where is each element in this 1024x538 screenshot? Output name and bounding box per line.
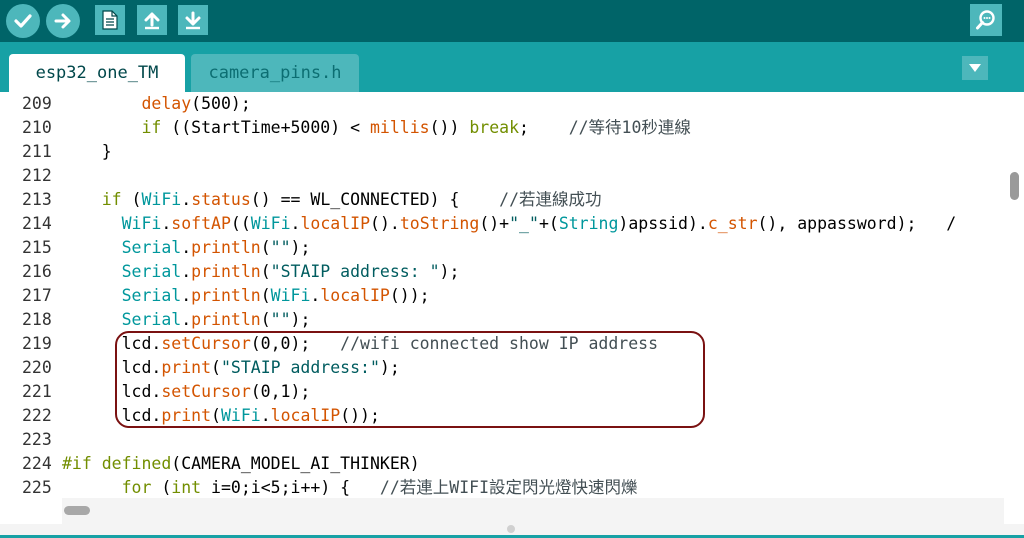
line-number: 215	[22, 238, 52, 257]
line-number: 209	[22, 94, 52, 113]
horizontal-scrollbar[interactable]	[62, 498, 1004, 524]
line-number: 219	[22, 334, 52, 353]
vertical-scrollbar[interactable]	[1004, 92, 1024, 498]
line-number: 211	[22, 142, 52, 161]
line-number: 216	[22, 262, 52, 281]
splitter-handle[interactable]	[507, 525, 515, 533]
line-number: 225	[22, 478, 52, 497]
code-line[interactable]: Serial.println("");	[62, 308, 311, 332]
line-number: 221	[22, 382, 52, 401]
code-line[interactable]: lcd.setCursor(0,0); //wifi connected sho…	[62, 332, 658, 356]
code-line[interactable]: delay(500);	[62, 92, 250, 116]
line-number: 223	[22, 430, 52, 449]
line-number: 218	[22, 310, 52, 329]
code-line[interactable]: Serial.println(WiFi.localIP());	[62, 284, 430, 308]
toolbar	[0, 0, 1024, 42]
new-file-icon	[102, 10, 118, 30]
vertical-scroll-thumb[interactable]	[1010, 172, 1019, 200]
line-number-gutter: 209 210 211 212 213 214 215 216 217 218 …	[0, 92, 62, 497]
new-button[interactable]	[95, 5, 125, 35]
arrow-up-icon	[144, 12, 160, 30]
code-line[interactable]: if ((StartTime+5000) < millis()) break; …	[62, 116, 690, 140]
tab-camera-pins[interactable]: camera_pins.h	[191, 54, 359, 92]
code-line[interactable]: #if defined(CAMERA_MODEL_AI_THINKER)	[62, 452, 420, 476]
code-line[interactable]: lcd.print("STAIP address:");	[62, 356, 400, 380]
triangle-down-icon	[969, 64, 981, 72]
open-button[interactable]	[137, 5, 167, 35]
horizontal-scroll-thumb[interactable]	[64, 506, 90, 515]
code-line[interactable]: lcd.print(WiFi.localIP());	[62, 404, 380, 428]
check-icon	[14, 14, 32, 28]
tab-bar: esp32_one_TM camera_pins.h	[0, 42, 1024, 92]
code-line[interactable]: lcd.setCursor(0,1);	[62, 380, 311, 404]
serial-monitor-button[interactable]	[970, 4, 1002, 36]
save-button[interactable]	[178, 5, 208, 35]
code-line[interactable]: Serial.println("STAIP address: ");	[62, 260, 460, 284]
verify-button[interactable]	[6, 4, 40, 38]
code-line[interactable]: WiFi.softAP((WiFi.localIP().toString()+"…	[62, 212, 957, 236]
upload-button[interactable]	[46, 4, 80, 38]
code-line[interactable]: Serial.println("");	[62, 236, 311, 260]
line-number: 210	[22, 118, 52, 137]
code-line[interactable]: if (WiFi.status() == WL_CONNECTED) { //若…	[62, 188, 602, 212]
line-number: 217	[22, 286, 52, 305]
tab-esp32-one-tm[interactable]: esp32_one_TM	[9, 54, 185, 92]
code-line[interactable]: }	[62, 140, 112, 164]
code-line[interactable]: for (int i=0;i<5;i++) { //若連上WIFI設定閃光燈快速…	[62, 476, 638, 498]
code-editor[interactable]: delay(500); if ((StartTime+5000) < milli…	[62, 92, 1004, 498]
arrow-down-icon	[185, 11, 201, 30]
magnifier-icon	[976, 10, 995, 30]
status-area	[0, 524, 1024, 538]
line-number: 220	[22, 358, 52, 377]
line-number: 213	[22, 190, 52, 209]
line-number: 214	[22, 214, 52, 233]
line-number: 224	[22, 454, 52, 473]
tab-menu-button[interactable]	[962, 56, 988, 80]
line-number: 212	[22, 166, 52, 185]
line-number: 222	[22, 406, 52, 425]
arrow-right-icon	[54, 13, 71, 29]
